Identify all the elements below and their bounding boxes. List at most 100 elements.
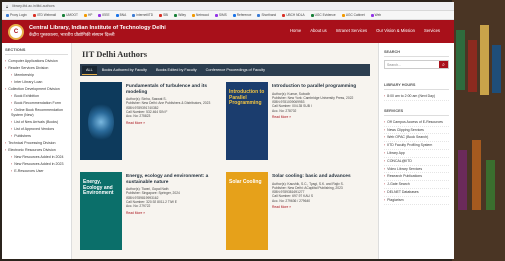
bookmark-label: UGC Cabinet	[345, 13, 365, 17]
tab-all[interactable]: ALL	[82, 65, 97, 75]
browser-window: 🔒︎ library.iitd.ac.in/iitd-authors Proxy…	[2, 2, 454, 259]
sidebar-item[interactable]: E-Resources User	[5, 168, 68, 175]
bookmark-item[interactable]: InternetIITD	[132, 13, 153, 17]
sidebar-item[interactable]: New Resources Added in 2024	[5, 154, 68, 161]
sidebar-heading: SECTIONS	[5, 47, 68, 55]
book-title[interactable]: Fundamentals of turbulence and its model…	[126, 84, 220, 95]
bookmark-item[interactable]: SIMS	[214, 13, 227, 17]
service-link[interactable]: IITD Faculty Profiling System	[384, 142, 449, 150]
nav-link[interactable]: Our Vision & Mission	[376, 28, 415, 33]
bookmark-item[interactable]: Wiley	[174, 13, 186, 17]
book-title[interactable]: Energy, ecology and environment: a susta…	[126, 174, 220, 185]
sidebar-item[interactable]: Collection Development Division	[5, 86, 68, 93]
bookmark-item[interactable]: IEEE	[98, 13, 110, 17]
search-box[interactable]: Search... ⌕	[384, 60, 449, 69]
book-card: Solar Cooling Solar cooling: basic and ad…	[226, 172, 366, 256]
book-acc: Acc. No: 275823	[126, 114, 151, 119]
sidebar-item[interactable]: List of New Arrivals (Books)	[5, 119, 68, 126]
sidebar-item[interactable]: Reader Services Division	[5, 65, 68, 72]
book-acc: Acc. No: 279636 / 279640	[272, 198, 311, 203]
book-card: Energy, Ecology and Environment Energy, e…	[80, 172, 220, 256]
nav-link[interactable]: Services	[424, 28, 440, 33]
service-link[interactable]: DELNET Databases	[384, 189, 449, 197]
sidebar-item[interactable]: Book Exhibition	[5, 93, 68, 100]
tab-item[interactable]: Books Authored by Faculty	[98, 66, 151, 74]
sidebar-item[interactable]: Inter Library Loan	[5, 79, 68, 86]
bookmark-item[interactable]: BNA	[115, 13, 127, 17]
tab-item[interactable]: Books Edited by Faculty	[152, 66, 201, 74]
read-more-link[interactable]: Read More »	[126, 121, 220, 125]
library-logo[interactable]: C	[8, 23, 24, 40]
read-more-link[interactable]: Read More »	[272, 115, 356, 119]
bookmark-item[interactable]: SBI	[159, 13, 168, 17]
service-link[interactable]: Research Publications	[384, 173, 449, 182]
bookmark-favicon-icon	[341, 13, 345, 17]
sidebar-item[interactable]: Technical Processing Division	[5, 140, 68, 147]
book-cover[interactable]: Energy, Ecology and Environment	[80, 172, 122, 250]
service-link[interactable]: Plagiarism	[384, 197, 449, 205]
book-cover[interactable]	[80, 82, 122, 160]
bookmark-favicon-icon	[192, 13, 196, 17]
book-title[interactable]: Solar cooling: basic and advances	[272, 174, 351, 180]
nav-link[interactable]: Home	[290, 28, 301, 33]
book-grid: Fundamentals of turbulence and its model…	[80, 82, 370, 256]
bookmark-item[interactable]: Proxy Login	[6, 13, 27, 17]
sidebar-item[interactable]: Book Recommendation Form	[5, 100, 68, 107]
bookmark-item[interactable]: IITD Webmail	[32, 13, 56, 17]
service-link[interactable]: Web OPAC (Book Search)	[384, 134, 449, 143]
bookmark-label: InternetIITD	[136, 13, 154, 17]
main-nav: Home About us Intranet Services Our Vision …	[290, 28, 440, 33]
read-more-link[interactable]: Read More »	[272, 205, 351, 209]
service-link[interactable]: J-Gate Search	[384, 181, 449, 189]
book-title[interactable]: Introduction to parallel programming	[272, 84, 356, 90]
main-content: IIT Delhi Authors ALL Books Authored by F…	[72, 43, 378, 259]
sidebar-item[interactable]: Computer Applications Division	[5, 58, 68, 65]
bookmark-item[interactable]: HP	[83, 13, 92, 17]
nav-link[interactable]: About us	[310, 28, 327, 33]
book-cover[interactable]: Introduction to Parallel Programming	[226, 82, 268, 160]
hours-heading: LIBRARY HOURS	[384, 83, 449, 90]
sidebar-item[interactable]: List of Approved Vendors	[5, 126, 68, 133]
bookmark-favicon-icon	[214, 13, 218, 17]
bookmark-label: Proxy Login	[10, 13, 27, 17]
bookmark-label: Web	[374, 13, 382, 17]
address-bar[interactable]: 🔒︎ library.iitd.ac.in/iitd-authors	[2, 2, 454, 11]
bookmark-item[interactable]: UMOOT	[62, 13, 78, 17]
bookmark-item[interactable]: Netmood	[192, 13, 209, 17]
service-link[interactable]: Library App	[384, 150, 449, 158]
read-more-link[interactable]: Read More »	[126, 211, 220, 215]
service-link[interactable]: Video Library Services	[384, 166, 449, 174]
service-link[interactable]: News Clipping Services	[384, 127, 449, 135]
search-icon[interactable]: ⌕	[439, 61, 448, 68]
author-tabs: ALL Books Authored by Faculty Books Edited…	[80, 64, 370, 76]
service-link[interactable]: Off Campus Access of E-Resources	[384, 119, 449, 127]
bookshelf-background	[452, 0, 505, 261]
address-url[interactable]: library.iitd.ac.in/iitd-authors	[12, 4, 54, 8]
book-card: Fundamentals of turbulence and its model…	[80, 82, 220, 166]
tab-item[interactable]: Conference Proceedings of Faculty	[202, 66, 269, 74]
service-link[interactable]: CONCAL@IITD	[384, 158, 449, 166]
sidebar-item[interactable]: New Resources Added in 2023	[5, 161, 68, 168]
bookmark-item[interactable]: Shorthand	[257, 13, 276, 17]
site-title-hindi: केंद्रीय पुस्तकालय, भारतीय प्रौद्योगिकी …	[29, 32, 115, 37]
sidebar-item[interactable]: Membership	[5, 72, 68, 79]
bookmark-item[interactable]: UBCH NDLA	[282, 13, 305, 17]
search-input[interactable]: Search...	[385, 63, 439, 67]
nav-link[interactable]: Intranet Services	[336, 28, 367, 33]
book-cover[interactable]: Solar Cooling	[226, 172, 268, 250]
bookmark-favicon-icon	[174, 13, 178, 17]
sidebar-item[interactable]: Electronic Resources Division	[5, 147, 68, 154]
bookmark-favicon-icon	[83, 13, 87, 17]
sidebar-item[interactable]: Publishers	[5, 133, 68, 140]
bookmark-favicon-icon	[98, 13, 102, 17]
services-heading: SERVICES	[384, 109, 449, 116]
bookmark-item[interactable]: Reference	[232, 13, 251, 17]
bookmark-item[interactable]: UGC Evidence	[310, 13, 336, 17]
bookmark-label: UMOOT	[66, 13, 78, 17]
bookmark-item[interactable]: UGC Cabinet	[341, 13, 365, 17]
book-acc: Acc. No: 278702	[272, 108, 297, 113]
bookmark-label: UGC Evidence	[314, 13, 336, 17]
sidebar-item[interactable]: Online Book Recommendation System (New)	[5, 107, 68, 119]
bookmark-item[interactable]: Web	[370, 13, 382, 17]
bookmark-label: BNA	[119, 13, 127, 17]
